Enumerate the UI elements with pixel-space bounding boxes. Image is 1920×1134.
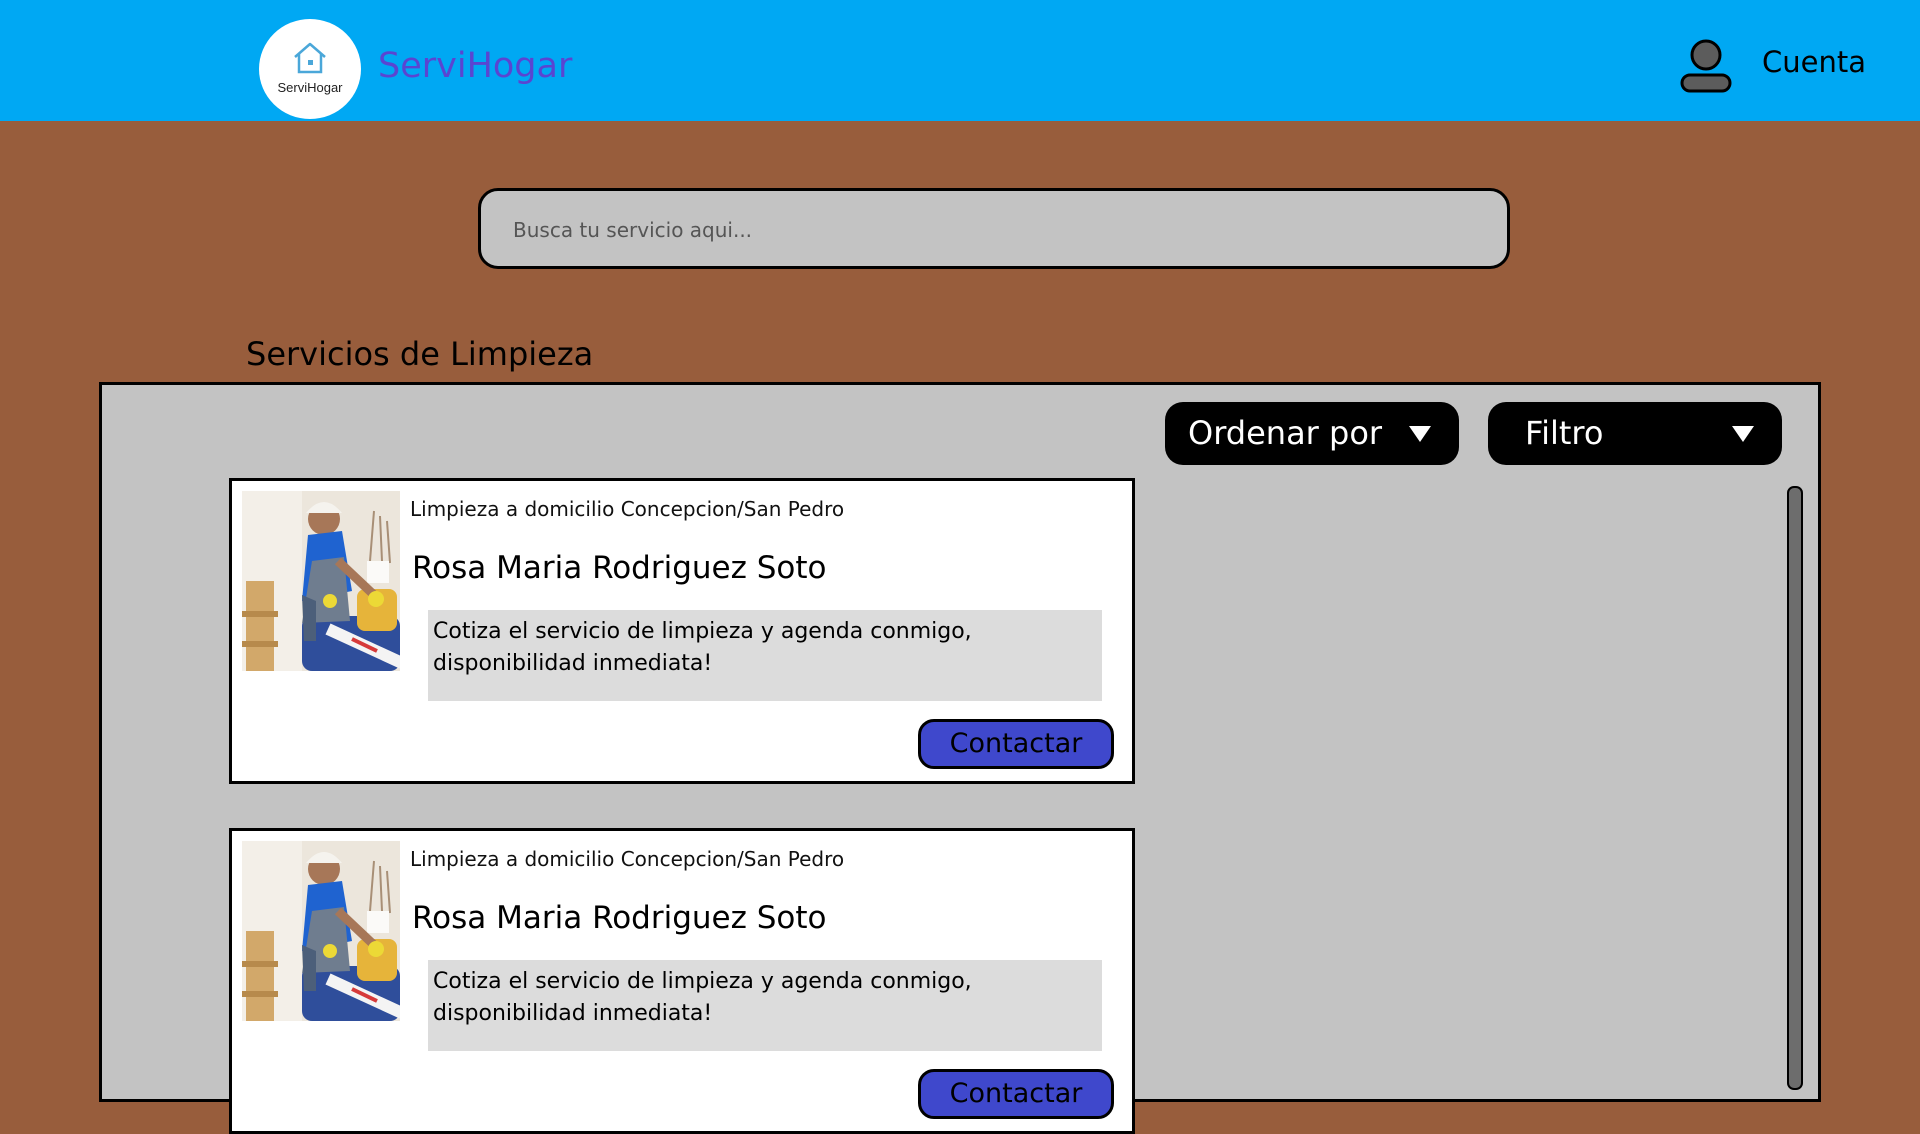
provider-photo bbox=[242, 491, 400, 671]
logo-text: ServiHogar bbox=[277, 80, 343, 95]
scrollbar[interactable] bbox=[1787, 486, 1803, 1090]
provider-photo bbox=[242, 841, 400, 1021]
listing-card: Limpieza a domicilio Concepcion/San Pedr… bbox=[229, 828, 1135, 1134]
chevron-down-icon bbox=[1409, 426, 1431, 442]
listing-description: Cotiza el servicio de limpieza y agenda … bbox=[428, 610, 1102, 701]
search-input[interactable] bbox=[511, 191, 1475, 268]
filter-label: Filtro bbox=[1525, 414, 1604, 452]
logo[interactable]: ServiHogar bbox=[259, 19, 361, 119]
listing-subtitle: Limpieza a domicilio Concepcion/San Pedr… bbox=[410, 847, 845, 871]
filter-dropdown[interactable]: Filtro bbox=[1488, 402, 1782, 465]
user-icon[interactable] bbox=[1678, 39, 1734, 95]
house-icon bbox=[294, 42, 326, 74]
listing-card: Limpieza a domicilio Concepcion/San Pedr… bbox=[229, 478, 1135, 784]
chevron-down-icon bbox=[1732, 426, 1754, 442]
brand-name[interactable]: ServiHogar bbox=[378, 44, 572, 88]
section-title: Servicios de Limpieza bbox=[246, 335, 594, 373]
contact-button[interactable]: Contactar bbox=[918, 1069, 1114, 1119]
provider-name: Rosa Maria Rodriguez Soto bbox=[412, 900, 827, 936]
search-box[interactable] bbox=[478, 188, 1510, 269]
sort-label: Ordenar por bbox=[1188, 414, 1383, 452]
top-header: ServiHogar ServiHogar Cuenta bbox=[0, 0, 1920, 121]
contact-button[interactable]: Contactar bbox=[918, 719, 1114, 769]
provider-name: Rosa Maria Rodriguez Soto bbox=[412, 550, 827, 586]
listing-description: Cotiza el servicio de limpieza y agenda … bbox=[428, 960, 1102, 1051]
listing-subtitle: Limpieza a domicilio Concepcion/San Pedr… bbox=[410, 497, 845, 521]
account-link[interactable]: Cuenta bbox=[1762, 44, 1866, 80]
sort-dropdown[interactable]: Ordenar por bbox=[1165, 402, 1459, 465]
